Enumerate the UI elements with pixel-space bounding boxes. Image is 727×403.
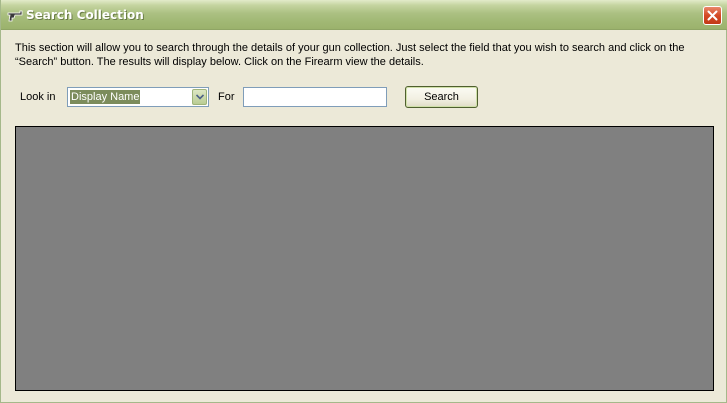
instructions-line-1: This section will allow you to search th…	[15, 42, 685, 54]
window-title: Search Collection	[26, 8, 144, 22]
close-button[interactable]	[703, 6, 722, 25]
search-collection-window: Search Collection This section will allo…	[0, 0, 727, 403]
results-panel[interactable]	[15, 126, 714, 391]
look-in-dropdown[interactable]: Display Name	[67, 87, 209, 107]
for-label: For	[218, 91, 235, 103]
gun-icon	[7, 8, 23, 22]
dropdown-arrow-button[interactable]	[192, 89, 207, 105]
instructions-text: This section will allow you to search th…	[15, 41, 705, 69]
instructions-line-2: “Search” button. The results will displa…	[15, 56, 424, 68]
look-in-label: Look in	[20, 91, 56, 103]
title-bar[interactable]: Search Collection	[1, 0, 727, 30]
search-button[interactable]: Search	[405, 86, 478, 108]
look-in-selected-value: Display Name	[70, 90, 141, 104]
search-input[interactable]	[243, 87, 387, 107]
